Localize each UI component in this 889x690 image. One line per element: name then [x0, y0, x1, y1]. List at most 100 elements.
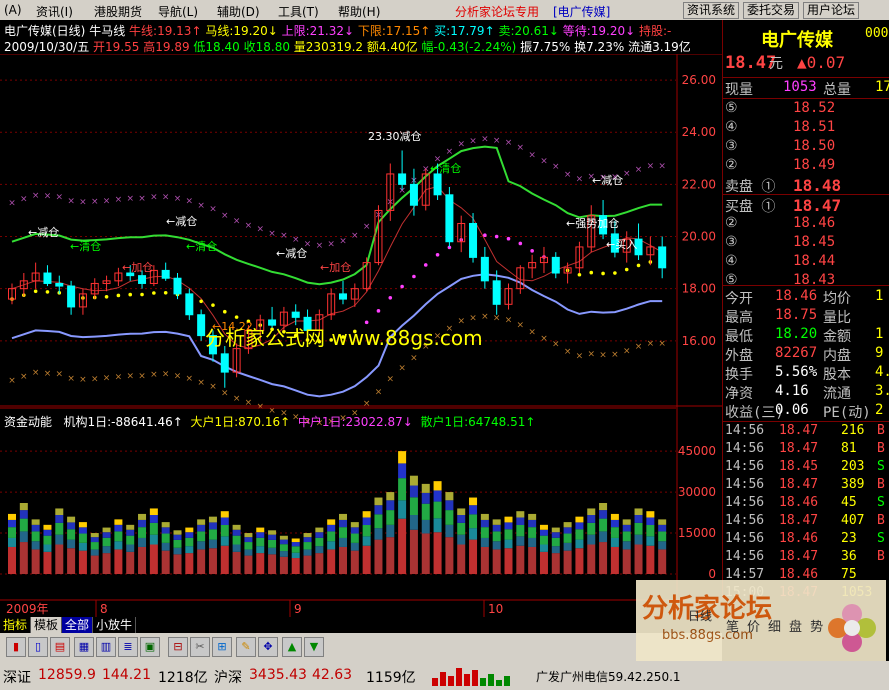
panel-tab[interactable]: 价 [747, 620, 760, 635]
list-icon[interactable]: ≣ [118, 637, 138, 657]
trade-button[interactable]: 委托交易 [743, 2, 800, 19]
volume-bar-segment [622, 541, 631, 550]
panel-tab[interactable]: 细 [768, 620, 781, 635]
pencil-icon[interactable]: ✎ [236, 637, 256, 657]
volume-bar-segment [539, 544, 548, 552]
volume-bar-segment [256, 537, 265, 547]
volume-bar-segment [339, 527, 347, 538]
small-value: 散户1日:64748.51↑ [420, 415, 536, 429]
lower-limit-marker: × [398, 363, 406, 373]
volume-bar-segment [244, 542, 253, 550]
stat-label: 股本 [823, 367, 851, 383]
upper-limit-marker: × [351, 231, 359, 241]
tick-row: 14:56 18.47 407 B [723, 513, 889, 532]
menu-hk[interactable]: 港股期货 [94, 3, 142, 20]
volume-bar-segment [457, 515, 466, 523]
volume-bar-segment [244, 537, 253, 543]
upper-limit-marker: × [79, 198, 87, 208]
menu-nav[interactable]: 导航(L) [158, 3, 198, 20]
down-arrow-icon[interactable]: ▼ [304, 637, 324, 657]
menu-tools[interactable]: 工具(T) [278, 3, 319, 20]
upper-limit-marker: × [221, 211, 229, 221]
sz-label: 深证 [3, 670, 31, 686]
upper-limit-marker: × [162, 192, 170, 202]
tick-volume: 45 [841, 495, 857, 510]
volume-bar-segment [244, 549, 253, 556]
menu-a[interactable]: (A) [4, 3, 22, 17]
volume-bar-segment [67, 529, 76, 540]
volume-bar-segment [279, 551, 288, 557]
niu-ma-dot [152, 291, 156, 295]
tab-template[interactable]: 模板 [31, 617, 63, 633]
volume-bar-segment [220, 525, 229, 537]
volume-bar-segment [279, 535, 288, 540]
niu-ma-dot [400, 284, 404, 289]
volume-bar-segment [409, 485, 418, 498]
tab-indicator[interactable]: 指标 [0, 617, 32, 633]
volume-bar-segment [173, 530, 182, 535]
upper-limit-marker: × [363, 222, 371, 232]
volume-bar-segment [78, 522, 87, 528]
lower-limit-marker: × [256, 402, 264, 412]
candle-body [445, 194, 454, 243]
panel-tab[interactable]: 势 [810, 620, 823, 635]
volume-bar-segment [43, 551, 52, 574]
signal-annotation: ←减仓 [592, 173, 623, 187]
volume-bar-segment [78, 527, 87, 534]
cross-icon[interactable]: ⊞ [212, 637, 232, 657]
price-tick-label: 20.00 [682, 230, 716, 244]
sell-level-1: 卖盘 ① 18.48 [723, 176, 889, 195]
niu-ma-dot [577, 272, 582, 277]
volume-tick-label: 30000 [678, 485, 716, 499]
bar-icon[interactable]: ▯ [28, 637, 48, 657]
volume-bar-segment [386, 500, 395, 511]
layout-icon[interactable]: ▣ [140, 637, 160, 657]
chart-icon[interactable]: ▤ [50, 637, 70, 657]
zoom-out-icon[interactable]: ⊟ [168, 637, 188, 657]
volume-bar-segment [504, 539, 513, 549]
menu-info[interactable]: 资讯(I) [36, 3, 73, 20]
volume-tick-label: 0 [708, 567, 716, 581]
up-arrow-icon[interactable]: ▲ [282, 637, 302, 657]
menu-assist[interactable]: 辅助(D) [217, 3, 260, 20]
volume-bar-segment [634, 522, 643, 535]
tab-xiaofangniu[interactable]: 小放牛 [93, 617, 137, 633]
info-system-button[interactable]: 资讯系统 [683, 2, 740, 19]
tab-all[interactable]: 全部 [62, 617, 94, 633]
candle-body [492, 280, 501, 305]
volume-bar-segment [492, 524, 501, 532]
table-icon[interactable]: ▥ [96, 637, 116, 657]
volume-bar-segment [220, 517, 229, 526]
volume-bar-segment [197, 524, 206, 532]
panel-tab[interactable]: 盘 [789, 620, 802, 635]
volume-bar-segment [67, 522, 76, 530]
candle-body [469, 222, 478, 258]
grid-icon[interactable]: ▦ [74, 637, 94, 657]
volume-bar-segment [102, 537, 111, 547]
forum-button[interactable]: 用户论坛 [803, 2, 860, 19]
volume-bar-segment [291, 538, 300, 543]
tick-time: 14:56 [725, 441, 765, 456]
volume-bar-segment [126, 535, 135, 545]
sz-amount: 1218亿 [158, 670, 208, 686]
volume-bar-segment [138, 546, 147, 574]
tools-icon[interactable]: ✂ [190, 637, 210, 657]
tick-price: 18.46 [779, 531, 819, 546]
volume-bar-segment [658, 531, 667, 542]
volume-bar-segment [102, 553, 111, 574]
kline-icon[interactable]: ▮ [6, 637, 26, 657]
market-breadth-bars [432, 668, 510, 686]
tick-price: 18.45 [779, 459, 819, 474]
niu-ma-dot [116, 293, 121, 298]
volume-bar-segment [551, 546, 560, 554]
move-icon[interactable]: ✥ [258, 637, 278, 657]
panel-tab[interactable]: 笔 [726, 620, 739, 635]
volume-bar-segment [114, 524, 123, 532]
quote-open: 开19.55 [93, 40, 140, 54]
volume-bar-segment [563, 522, 572, 528]
upper-limit-marker: × [256, 225, 264, 235]
lower-limit-marker: × [233, 394, 241, 404]
now-volume: 1053 [783, 79, 817, 95]
upper-limit-marker: × [552, 162, 560, 172]
menu-help[interactable]: 帮助(H) [338, 3, 380, 20]
